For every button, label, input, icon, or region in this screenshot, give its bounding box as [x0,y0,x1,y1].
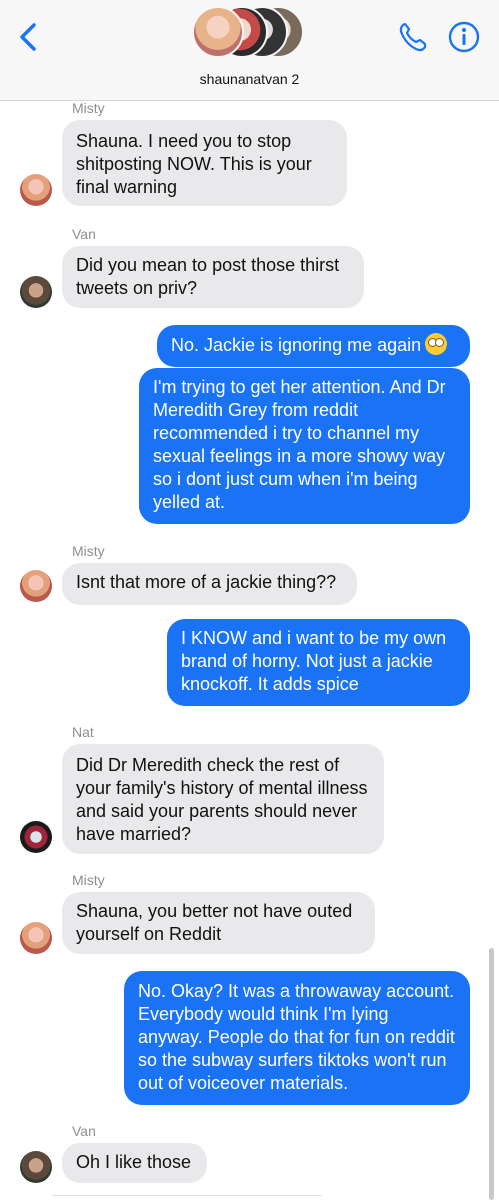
group-name[interactable]: shaunanatvan 2 [0,71,499,87]
avatar-misty[interactable] [20,570,52,602]
conversation-header: shaunanatvan 2 [0,0,499,101]
avatar-van[interactable] [20,276,52,308]
message-bubble-received[interactable]: Oh I like those [62,1143,207,1183]
scrollbar[interactable] [489,948,494,1200]
avatar-misty[interactable] [20,922,52,954]
message-bubble-received[interactable]: Shauna. I need you to stop shitposting N… [62,120,347,206]
message-bubble-received[interactable]: Shauna, you better not have outed yourse… [62,892,375,954]
message-bubble-sent[interactable]: I KNOW and i want to be my own brand of … [167,619,470,706]
message-bubble-sent[interactable]: No. Okay? It was a throwaway account. Ev… [124,971,470,1105]
message-bubble-received[interactable]: Did you mean to post those thirst tweets… [62,246,364,308]
chevron-left-icon[interactable] [14,20,44,54]
info-icon[interactable] [447,20,481,54]
avatar-nat[interactable] [20,821,52,853]
avatar-van[interactable] [20,1151,52,1183]
sender-label: Misty [72,543,105,559]
sender-label: Van [72,226,96,242]
group-avatar-1 [192,6,244,58]
sender-label: Nat [72,724,94,740]
divider [52,1195,322,1196]
eye-roll-emoji-icon [425,333,448,355]
message-bubble-received[interactable]: Isnt that more of a jackie thing?? [62,563,357,605]
message-text: No. Jackie is ignoring me again [171,335,422,355]
message-bubble-sent[interactable]: I'm trying to get her attention. And Dr … [139,368,470,524]
group-avatar-stack[interactable] [192,6,307,62]
sender-label: Van [72,1123,96,1139]
avatar-misty[interactable] [20,174,52,206]
message-bubble-sent[interactable]: No. Jackie is ignoring me again [157,325,470,367]
phone-icon[interactable] [396,20,430,54]
message-bubble-received[interactable]: Did Dr Meredith check the rest of your f… [62,744,384,854]
sender-label: Misty [72,100,105,116]
sender-label: Misty [72,872,105,888]
